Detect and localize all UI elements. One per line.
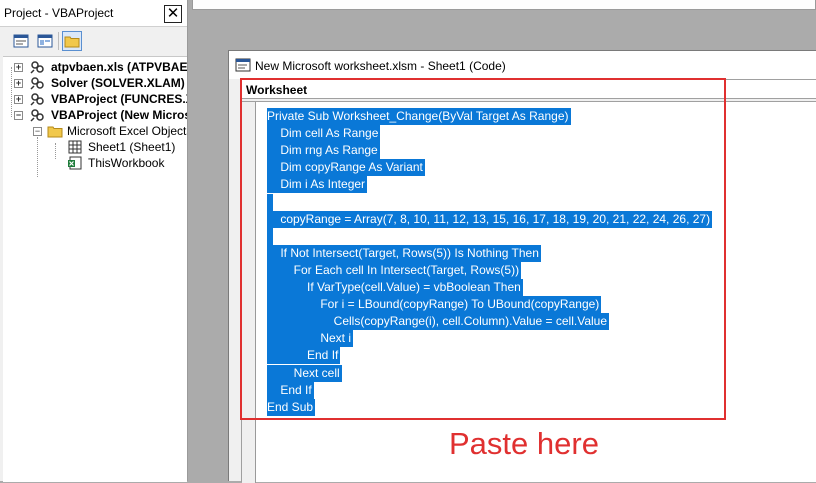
folder-icon xyxy=(64,36,80,48)
code-line[interactable]: Dim i As Integer xyxy=(267,176,368,194)
code-window-title: New Microsoft worksheet.xlsm - Sheet1 (C… xyxy=(255,59,506,73)
view-object-icon xyxy=(37,34,53,48)
tree-item-label: VBAProject (New Microsoft worksheet.xlsm… xyxy=(51,108,187,122)
view-object-button[interactable] xyxy=(35,31,55,51)
worksheet-icon xyxy=(68,140,82,154)
code-line[interactable]: If VarType(cell.Value) = vbBoolean Then xyxy=(267,279,523,296)
object-dropdown[interactable]: Worksheet xyxy=(241,79,816,99)
code-line[interactable]: For Each cell In Intersect(Target, Rows(… xyxy=(267,261,522,279)
close-icon: ✕ xyxy=(166,5,180,22)
tree-item-label: Solver (SOLVER.XLAM) xyxy=(51,76,185,90)
folder-icon xyxy=(47,126,63,138)
collapse-icon[interactable]: − xyxy=(33,127,42,136)
code-line[interactable]: copyRange = Array(7, 8, 10, 11, 12, 13, … xyxy=(267,210,713,228)
view-code-button[interactable] xyxy=(11,31,31,51)
code-line[interactable]: End If xyxy=(267,347,341,365)
project-tree: + atpvbaen.xls (ATPVBAEN.XLAM) + Solver … xyxy=(3,56,187,482)
code-window: New Microsoft worksheet.xlsm - Sheet1 (C… xyxy=(228,50,816,483)
expand-icon[interactable]: + xyxy=(14,95,23,104)
workbook-icon xyxy=(68,156,82,170)
close-button[interactable]: ✕ xyxy=(164,5,182,23)
code-line[interactable]: Next cell xyxy=(267,364,342,382)
tree-item-label: Microsoft Excel Objects xyxy=(67,124,187,138)
code-window-titlebar: New Microsoft worksheet.xlsm - Sheet1 (C… xyxy=(229,51,816,79)
tree-item-label: ThisWorkbook xyxy=(88,156,165,170)
code-editor[interactable]: Private Sub Worksheet_Change(ByVal Targe… xyxy=(241,101,816,483)
code-line[interactable]: Private Sub Worksheet_Change(ByVal Targe… xyxy=(267,108,571,125)
expand-icon[interactable]: + xyxy=(14,79,23,88)
paste-here-annotation: Paste here xyxy=(449,426,599,461)
code-line[interactable] xyxy=(267,193,273,211)
tree-connector xyxy=(11,67,12,117)
collapse-icon[interactable]: − xyxy=(14,111,23,120)
project-explorer-title: Project - VBAProject xyxy=(4,6,114,20)
project-explorer-toolbar xyxy=(0,27,187,77)
code-line[interactable]: End If xyxy=(267,381,314,399)
vba-project-icon xyxy=(30,109,44,122)
code-line[interactable]: Dim cell As Range xyxy=(267,125,381,143)
code-line[interactable]: Dim copyRange As Variant xyxy=(267,159,425,177)
object-dropdown-value: Worksheet xyxy=(246,83,308,97)
tree-connector xyxy=(37,137,38,177)
tree-item-label: Sheet1 (Sheet1) xyxy=(88,140,176,154)
code-line[interactable]: If Not Intersect(Target, Rows(5)) Is Not… xyxy=(267,244,541,262)
expand-icon[interactable]: + xyxy=(14,63,23,72)
background-window xyxy=(192,0,816,10)
vba-project-icon xyxy=(30,93,44,106)
code-line[interactable] xyxy=(267,227,273,245)
code-line[interactable]: Dim rng As Range xyxy=(267,142,380,160)
code-margin[interactable] xyxy=(242,102,256,483)
code-module-icon xyxy=(235,58,251,72)
vba-project-icon xyxy=(30,77,44,90)
vba-project-icon xyxy=(30,61,44,74)
code-line[interactable]: Next i xyxy=(267,330,354,348)
toolbar-separator xyxy=(58,32,59,50)
toggle-folders-button[interactable] xyxy=(62,31,82,51)
tree-item-label: atpvbaen.xls (ATPVBAEN.XLAM) xyxy=(51,60,187,74)
code-line[interactable]: For i = LBound(copyRange) To UBound(copy… xyxy=(267,296,602,314)
project-explorer-titlebar: Project - VBAProject ✕ xyxy=(0,0,187,27)
tree-connector xyxy=(55,143,56,159)
code-line[interactable]: Cells(copyRange(i), cell.Column).Value =… xyxy=(267,313,610,331)
view-code-icon xyxy=(13,34,29,48)
tree-item-label: VBAProject (FUNCRES.XLAM) xyxy=(51,92,187,106)
project-explorer: Project - VBAProject ✕ + atpvbaen.xls (A… xyxy=(0,0,188,482)
code-line[interactable]: End Sub xyxy=(267,398,316,416)
